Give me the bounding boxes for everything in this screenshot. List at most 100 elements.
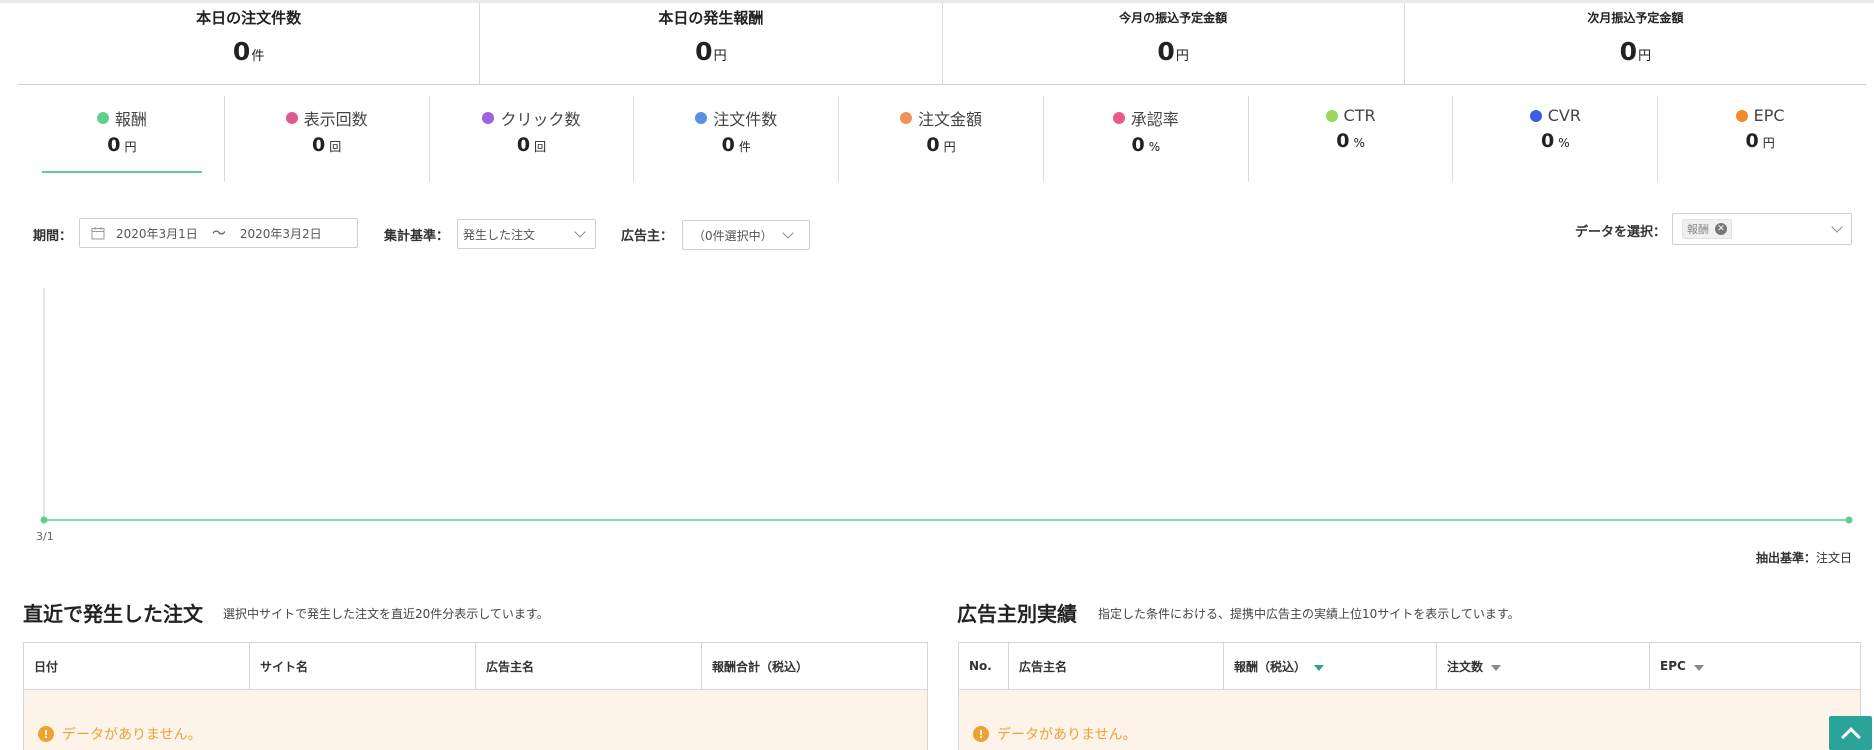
summary-title: 本日の発生報酬 <box>658 9 764 27</box>
basis-label: 集計基準： <box>384 229 450 244</box>
metric-label: 注文金額 <box>918 110 983 129</box>
metric-value: 0 <box>926 134 940 156</box>
metric-value: 0 <box>1336 129 1350 152</box>
metric-label: クリック数 <box>500 110 581 129</box>
metric-label: CTR <box>1343 106 1376 125</box>
metric-tab-orders[interactable]: 注文件数 0件 <box>634 96 840 182</box>
column-header-site: サイト名 <box>250 643 476 689</box>
sort-desc-icon[interactable] <box>1693 665 1704 671</box>
recent-orders-desc: 選択中サイトで発生した注文を直近20件分表示しています。 <box>223 607 549 621</box>
dot-icon <box>1735 109 1748 122</box>
data-select[interactable]: 報酬 ✕ <box>1672 213 1852 245</box>
summary-value: 0 <box>1619 37 1638 66</box>
date-range-picker[interactable]: 2020年3月1日 〜 2020年3月2日 <box>79 218 358 248</box>
selected-tag: 報酬 ✕ <box>1682 219 1732 239</box>
x-tick-label: 3/1 <box>36 530 54 543</box>
summary-unit: 円 <box>713 49 727 64</box>
metric-value: 0 <box>1541 129 1555 152</box>
scroll-to-top-button[interactable] <box>1829 716 1872 750</box>
metric-value: 0 <box>1745 129 1759 152</box>
chevron-down-icon <box>782 227 794 239</box>
warning-icon: ! <box>973 726 989 742</box>
metric-tab-ctr[interactable]: CTR 0% <box>1249 96 1454 182</box>
column-header-date: 日付 <box>24 643 250 689</box>
metric-tab-order-amount[interactable]: 注文金額 0円 <box>839 96 1044 182</box>
summary-unit: 円 <box>1175 49 1189 64</box>
date-to: 2020年3月2日 <box>239 226 322 241</box>
dot-icon <box>285 112 298 124</box>
column-header-reward[interactable]: 報酬（税込） <box>1224 643 1437 689</box>
column-header-no: No. <box>959 643 1009 689</box>
advertiser-results-desc: 指定した条件における、提携中広告主の実績上位10サイトを表示しています。 <box>1098 607 1520 621</box>
metric-unit: % <box>1353 135 1365 150</box>
metric-tab-cvr[interactable]: CVR 0% <box>1453 96 1659 182</box>
metric-value: 0 <box>516 134 531 156</box>
basis-select[interactable]: 発生した注文 <box>457 219 596 249</box>
data-point[interactable] <box>40 516 48 524</box>
metric-tabs: 報酬 0円 表示回数 0回 クリック数 0回 注文件数 0件 注文金額 0円 承… <box>20 96 1862 184</box>
dot-icon <box>1325 109 1338 122</box>
basis-footer-label: 抽出基準： <box>1755 551 1816 565</box>
advertiser-select[interactable]: （0件選択中） <box>682 220 810 250</box>
basis-footer-value: 注文日 <box>1815 551 1852 565</box>
table-header: No. 広告主名 報酬（税込） 注文数 EPC <box>959 643 1860 690</box>
dot-icon <box>482 112 495 124</box>
chevron-down-icon <box>574 226 586 238</box>
summary-unit: 件 <box>251 49 265 64</box>
date-separator: 〜 <box>211 226 226 242</box>
metric-tab-reward[interactable]: 報酬 0円 <box>20 96 225 182</box>
summary-value: 0 <box>1157 37 1175 66</box>
column-header-epc-label: EPC <box>1660 659 1686 673</box>
metric-value: 0 <box>721 134 735 156</box>
metric-unit: % <box>1558 135 1570 150</box>
metric-tab-epc[interactable]: EPC 0円 <box>1658 96 1862 182</box>
tag-remove-icon[interactable]: ✕ <box>1715 223 1727 235</box>
summary-today-reward: 本日の発生報酬 0円 <box>480 3 943 84</box>
sort-desc-icon[interactable] <box>1491 665 1502 671</box>
chart-basis: 抽出基準：注文日 <box>1756 549 1852 566</box>
advertiser-results-title: 広告主別実績 <box>957 602 1077 626</box>
column-header-epc[interactable]: EPC <box>1650 643 1860 689</box>
advertiser-value: （0件選択中） <box>693 228 773 243</box>
summary-title: 今月の振込予定金額 <box>1119 11 1228 25</box>
summary-title: 本日の注文件数 <box>196 9 302 27</box>
empty-message: ! データがありません。 <box>38 724 202 744</box>
period-label: 期間： <box>33 229 73 244</box>
sort-desc-icon[interactable] <box>1314 665 1325 671</box>
metric-label: EPC <box>1753 106 1785 125</box>
column-header-orders-label: 注文数 <box>1447 659 1484 674</box>
dot-icon <box>1112 112 1125 124</box>
metric-unit: 円 <box>943 140 956 154</box>
metric-unit: 回 <box>534 140 547 154</box>
metric-unit: 件 <box>738 140 751 154</box>
metric-unit: 円 <box>1762 135 1775 150</box>
selected-tag-label: 報酬 <box>1687 223 1709 236</box>
column-header-reward-label: 報酬（税込） <box>1234 659 1307 674</box>
metric-tab-clicks[interactable]: クリック数 0回 <box>430 96 635 182</box>
dot-icon <box>96 112 109 124</box>
metric-value: 0 <box>107 134 121 156</box>
metric-label: 注文件数 <box>713 110 778 129</box>
data-point[interactable] <box>1845 516 1853 524</box>
summary-unit: 円 <box>1638 49 1652 64</box>
summary-bar: 本日の注文件数 0件 本日の発生報酬 0円 今月の振込予定金額 0円 次月振込予… <box>18 3 1866 85</box>
metric-unit: 円 <box>124 140 137 154</box>
column-header-orders[interactable]: 注文数 <box>1437 643 1650 689</box>
recent-orders-table: 日付 サイト名 広告主名 報酬合計（税込） ! データがありません。 <box>23 642 928 750</box>
summary-value: 0 <box>232 37 251 66</box>
chevron-down-icon <box>1831 221 1843 233</box>
reward-line-chart: 3/1 <box>36 288 1853 543</box>
empty-message-text: データがありません。 <box>997 727 1137 743</box>
metric-tab-approval-rate[interactable]: 承認率 0% <box>1044 96 1249 182</box>
metric-label: 承認率 <box>1130 110 1179 129</box>
advertiser-results-table: No. 広告主名 報酬（税込） 注文数 EPC ! データがありません。 <box>958 642 1861 750</box>
table-body: ! データがありません。 <box>959 690 1860 750</box>
empty-message: ! データがありません。 <box>973 724 1137 744</box>
summary-next-month-transfer: 次月振込予定金額 0円 <box>1405 3 1866 84</box>
data-select-label: データを選択： <box>1575 225 1667 240</box>
dot-icon <box>1529 109 1542 122</box>
metric-tab-impressions[interactable]: 表示回数 0回 <box>225 96 430 182</box>
basis-value: 発生した注文 <box>463 227 536 242</box>
recent-orders-title: 直近で発生した注文 <box>23 602 203 626</box>
dot-icon <box>695 112 708 124</box>
